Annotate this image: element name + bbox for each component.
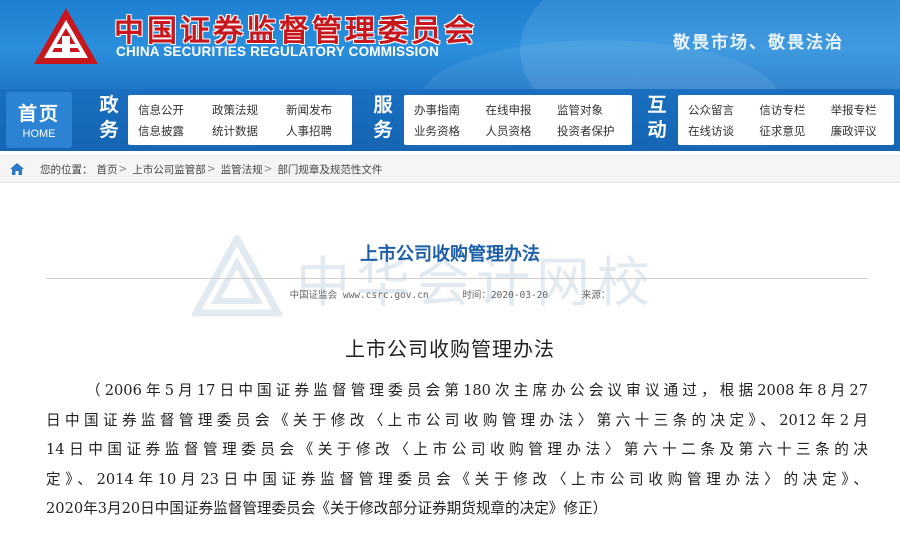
site-banner: 中国证券监督管理委员会 CHINA SECURITIES REGULATORY … xyxy=(0,0,900,89)
nav-link-disclosure[interactable]: 信息披露 xyxy=(138,123,194,139)
nav-link-online-interview[interactable]: 在线访谈 xyxy=(688,123,741,139)
breadcrumb-prefix: 您的位置： xyxy=(40,163,93,176)
nav-section-interact: 公众留言 信访专栏 举报专栏 在线访谈 征求意见 廉政评议 xyxy=(678,95,894,145)
title-divider xyxy=(46,278,868,279)
article-source: 中国证监会 www.csrc.gov.cn xyxy=(289,290,429,301)
nav-section-gov-head: 政务 xyxy=(99,94,119,141)
home-icon[interactable] xyxy=(6,158,28,180)
nav-link-online-filing[interactable]: 在线申报 xyxy=(486,102,540,118)
nav-link-personnel-qualification[interactable]: 人员资格 xyxy=(486,123,540,139)
csrc-logo-icon[interactable] xyxy=(32,6,100,68)
article-body: （2006年5月17日中国证券监督管理委员会第180次主席办公会议审议通过，根据… xyxy=(46,376,868,524)
document-title: 上市公司收购管理办法 xyxy=(345,337,555,361)
breadcrumb: 您的位置： 首页 > 上市公司监管部 > 监管法规 > 部门规章及规范性文件 xyxy=(0,155,900,183)
breadcrumb-item-rules[interactable]: 部门规章及规范性文件 xyxy=(277,162,382,177)
body-line: 14日中国证券监督管理委员会《关于修改〈上市公司收购管理办法〉第六十二条及第六十… xyxy=(46,441,868,458)
nav-link-policy[interactable]: 政策法规 xyxy=(212,102,268,118)
nav-section-gov: 信息公开 政策法规 新闻发布 信息披露 统计数据 人事招聘 xyxy=(128,95,352,145)
nav-link-integrity-review[interactable]: 廉政评议 xyxy=(831,123,884,139)
article-origin: 来源： xyxy=(581,290,611,301)
breadcrumb-separator: > xyxy=(118,163,128,175)
article-time: 时间：2020-03-20 xyxy=(462,290,549,301)
nav-section-service-head: 服务 xyxy=(373,94,393,141)
nav-link-news[interactable]: 新闻发布 xyxy=(286,102,342,118)
nav-section-interact-head: 互动 xyxy=(647,94,667,141)
body-line: 日中国证券监督管理委员会《关于修改〈上市公司收购管理办法〉第六十三条的决定》、2… xyxy=(46,411,868,429)
site-title-en: CHINA SECURITIES REGULATORY COMMISSION xyxy=(116,44,440,59)
breadcrumb-item-dept[interactable]: 上市公司监管部 xyxy=(132,162,206,177)
main-nav: 首页 HOME 政务 信息公开 政策法规 新闻发布 信息披露 统计数据 人事招聘… xyxy=(0,89,900,151)
article-meta: 中国证监会 www.csrc.gov.cn 时间：2020-03-20 来源： xyxy=(0,287,900,301)
nav-link-investor-protection[interactable]: 投资者保护 xyxy=(557,123,622,139)
nav-link-supervised-entities[interactable]: 监管对象 xyxy=(557,102,622,118)
breadcrumb-separator: > xyxy=(263,163,273,175)
breadcrumb-item-home[interactable]: 首页 xyxy=(97,162,118,177)
article-title: 上市公司收购管理办法 xyxy=(360,244,540,265)
nav-section-service: 办事指南 在线申报 监管对象 业务资格 人员资格 投资者保护 xyxy=(404,95,632,145)
body-line: 2020年3月20日中国证券监督管理委员会《关于修改部分证券期货规章的决定》修正… xyxy=(46,500,608,517)
site-slogan: 敬畏市场、敬畏法治 xyxy=(673,33,844,53)
nav-home-button[interactable]: 首页 HOME xyxy=(6,92,72,148)
nav-link-statistics[interactable]: 统计数据 xyxy=(212,123,268,139)
home-label-cn: 首页 xyxy=(17,103,60,125)
nav-link-recruitment[interactable]: 人事招聘 xyxy=(286,123,342,139)
nav-link-info-disclosure-public[interactable]: 信息公开 xyxy=(138,102,194,118)
breadcrumb-item-regulations[interactable]: 监管法规 xyxy=(221,162,263,177)
breadcrumb-separator: > xyxy=(206,163,216,175)
body-line: 定》、2014年10月23日中国证券监督管理委员会《关于修改〈上市公司收购管理办… xyxy=(46,470,868,488)
nav-link-public-message[interactable]: 公众留言 xyxy=(688,102,741,118)
nav-link-guide[interactable]: 办事指南 xyxy=(414,102,468,118)
breadcrumb-trail: 您的位置： 首页 > 上市公司监管部 > 监管法规 > 部门规章及规范性文件 xyxy=(40,162,382,177)
body-line: （2006年5月17日中国证券监督管理委员会第180次主席办公会议审议通过，根据… xyxy=(86,382,868,399)
nav-link-petition[interactable]: 信访专栏 xyxy=(759,102,812,118)
nav-link-report[interactable]: 举报专栏 xyxy=(831,102,884,118)
home-label-en: HOME xyxy=(22,128,56,140)
nav-link-business-qualification[interactable]: 业务资格 xyxy=(414,123,468,139)
nav-link-consultation[interactable]: 征求意见 xyxy=(759,123,812,139)
